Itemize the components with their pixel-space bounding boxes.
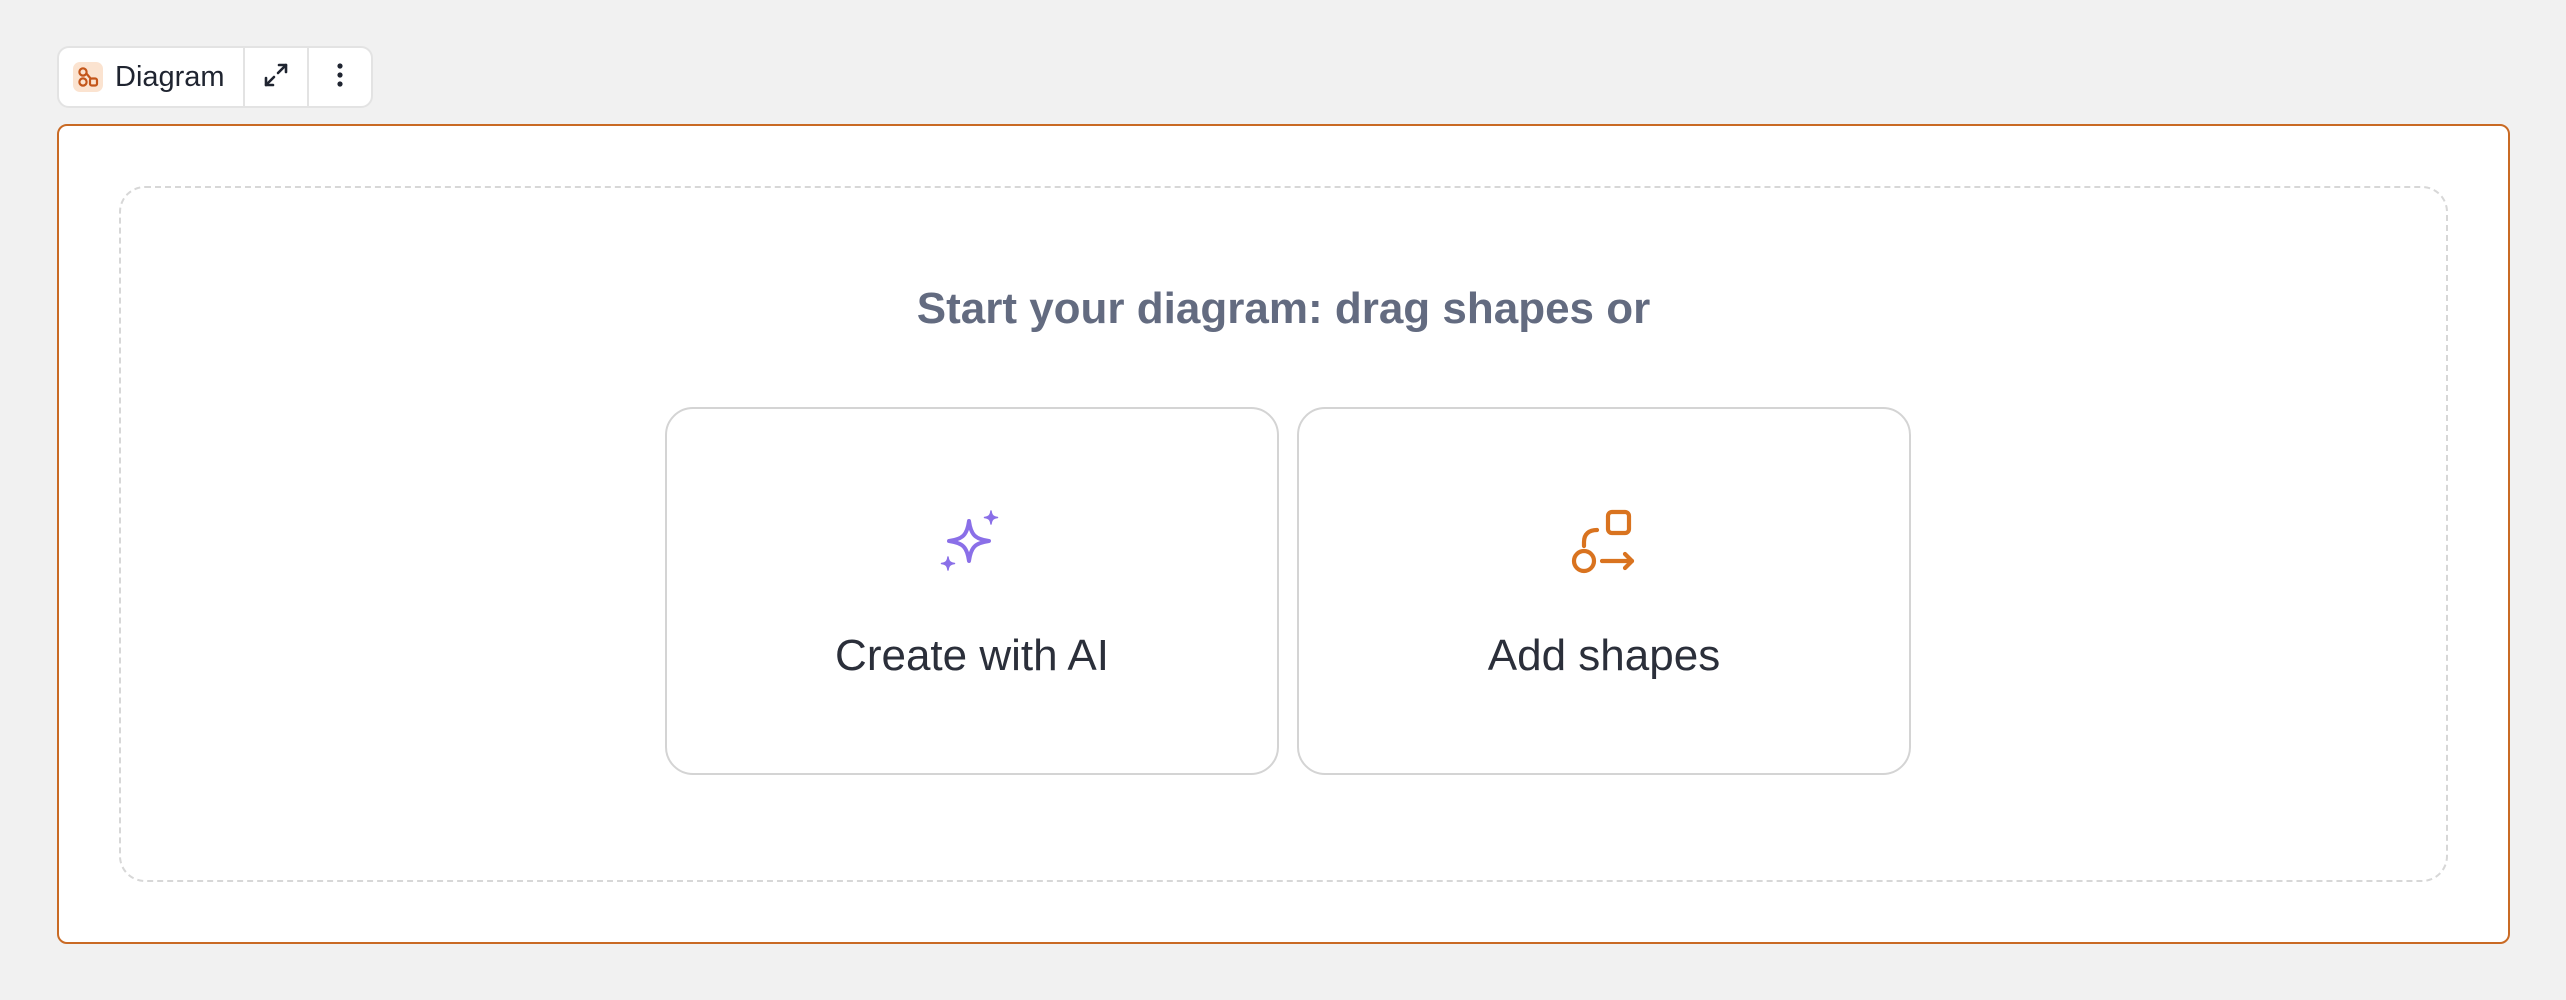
expand-button[interactable] [245,48,309,106]
create-with-ai-label: Create with AI [835,631,1109,680]
diagram-type-button[interactable]: Diagram [59,48,245,106]
empty-state-heading: Start your diagram: drag shapes or [916,284,1651,333]
shapes-icon [1569,507,1639,577]
add-shapes-card[interactable]: Add shapes [1297,407,1911,775]
more-vertical-icon [335,61,345,94]
expand-icon [262,61,290,94]
sparkle-icon [937,507,1007,577]
start-options: Create with AI Add shapes [665,407,1911,775]
add-shapes-label: Add shapes [1487,631,1721,680]
diagram-toolbar: Diagram [57,46,373,108]
diagram-icon [73,62,103,92]
create-with-ai-card[interactable]: Create with AI [665,407,1279,775]
diagram-drop-zone[interactable]: Start your diagram: drag shapes or Creat… [119,186,2448,882]
diagram-frame: Start your diagram: drag shapes or Creat… [57,124,2510,944]
diagram-title: Diagram [115,60,225,93]
more-options-button[interactable] [309,48,371,106]
